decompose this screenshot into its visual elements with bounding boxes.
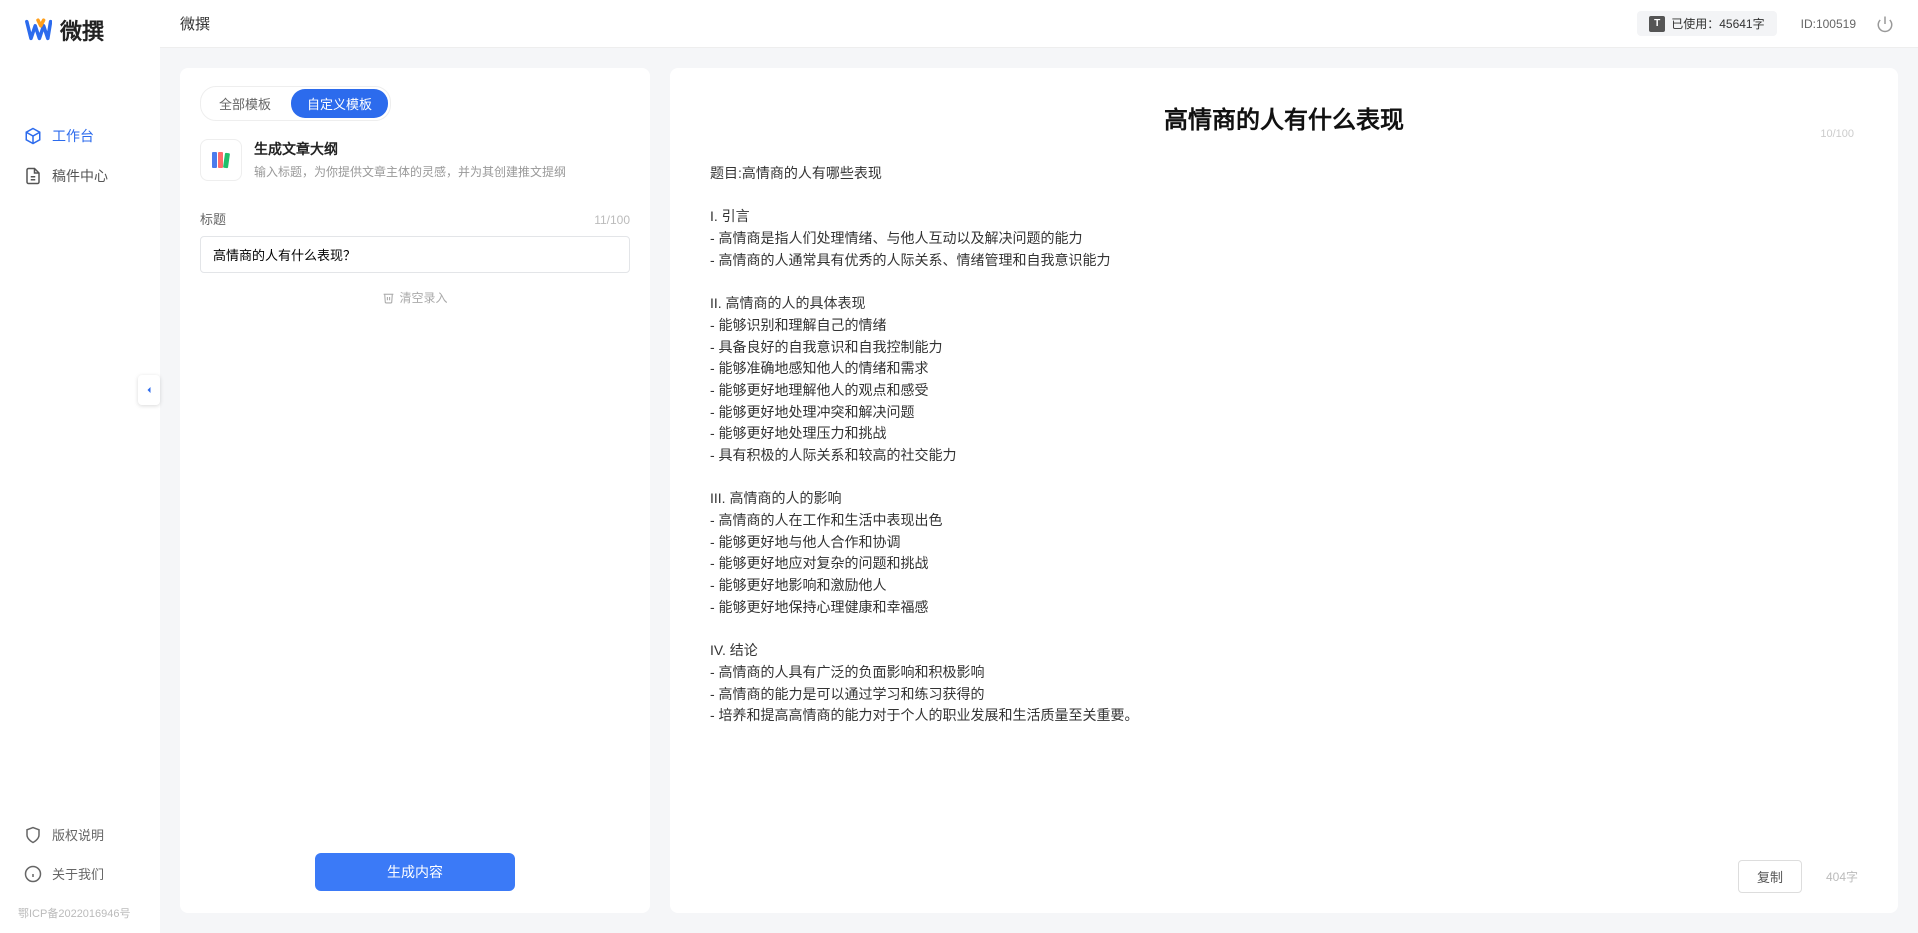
chevron-left-icon (143, 384, 155, 396)
nav-label: 关于我们 (52, 864, 104, 883)
user-id: ID:100519 (1801, 17, 1856, 31)
books-icon (209, 148, 233, 172)
template-card: 生成文章大纲 输入标题，为你提供文章主体的灵感，并为其创建推文提纲 (200, 139, 630, 181)
title-input[interactable] (200, 236, 630, 273)
sidebar: 微撰 工作台 稿件中心 版权说明 关于我们 鄂ICP备2022016946号 (0, 0, 160, 933)
output-word-count: 404字 (1826, 868, 1858, 885)
trash-icon (382, 291, 395, 304)
page-title: 微撰 (180, 13, 210, 34)
document-icon (24, 167, 42, 185)
text-icon: T (1649, 16, 1665, 32)
usage-prefix: 已使用： (1671, 15, 1719, 32)
output-title-count: 10/100 (1820, 128, 1854, 140)
field-label-row: 标题 11/100 (200, 209, 630, 228)
template-tabs: 全部模板 自定义模板 (200, 86, 391, 121)
cube-icon (24, 127, 42, 145)
nav-label: 工作台 (52, 126, 94, 146)
main: 全部模板 自定义模板 生成文章大纲 输入标题，为你提供文章主体的灵感，并为其创建… (160, 48, 1918, 933)
collapse-sidebar-button[interactable] (138, 375, 160, 405)
nav-drafts[interactable]: 稿件中心 (0, 156, 160, 196)
template-title: 生成文章大纲 (254, 139, 566, 159)
bottom-nav: 版权说明 关于我们 (0, 815, 160, 893)
usage-badge[interactable]: T 已使用： 45641字 (1637, 11, 1776, 36)
output-footer: 复制 404字 (1738, 860, 1858, 893)
logo-text: 微撰 (60, 14, 104, 46)
power-icon[interactable] (1876, 15, 1894, 33)
usage-value: 45641字 (1719, 15, 1764, 32)
template-desc: 输入标题，为你提供文章主体的灵感，并为其创建推文提纲 (254, 163, 566, 180)
tab-custom-templates[interactable]: 自定义模板 (291, 89, 388, 118)
nav-workbench[interactable]: 工作台 (0, 116, 160, 156)
clear-label: 清空录入 (399, 289, 447, 306)
icp-text: 鄂ICP备2022016946号 (0, 905, 160, 933)
title-field-label: 标题 (200, 209, 226, 228)
generate-button[interactable]: 生成内容 (315, 853, 515, 891)
shield-icon (24, 826, 42, 844)
output-title: 高情商的人有什么表现 (710, 100, 1858, 135)
logo: 微撰 (0, 0, 160, 56)
output-panel: 高情商的人有什么表现 10/100 题目:高情商的人有哪些表现 I. 引言 - … (670, 68, 1898, 913)
tab-all-templates[interactable]: 全部模板 (203, 89, 287, 118)
nav-list: 工作台 稿件中心 (0, 116, 160, 815)
output-body: 题目:高情商的人有哪些表现 I. 引言 - 高情商是指人们处理情绪、与他人互动以… (710, 163, 1858, 727)
clear-input-button[interactable]: 清空录入 (200, 289, 630, 306)
nav-about[interactable]: 关于我们 (0, 854, 160, 893)
copy-button[interactable]: 复制 (1738, 860, 1802, 893)
top-header: 微撰 T 已使用： 45641字 ID:100519 (0, 0, 1918, 48)
logo-mark-icon (24, 16, 52, 44)
nav-label: 稿件中心 (52, 166, 108, 186)
title-char-count: 11/100 (594, 213, 630, 227)
nav-copyright[interactable]: 版权说明 (0, 815, 160, 854)
input-panel: 全部模板 自定义模板 生成文章大纲 输入标题，为你提供文章主体的灵感，并为其创建… (180, 68, 650, 913)
template-meta: 生成文章大纲 输入标题，为你提供文章主体的灵感，并为其创建推文提纲 (254, 139, 566, 180)
info-icon (24, 865, 42, 883)
nav-label: 版权说明 (52, 825, 104, 844)
template-icon (200, 139, 242, 181)
